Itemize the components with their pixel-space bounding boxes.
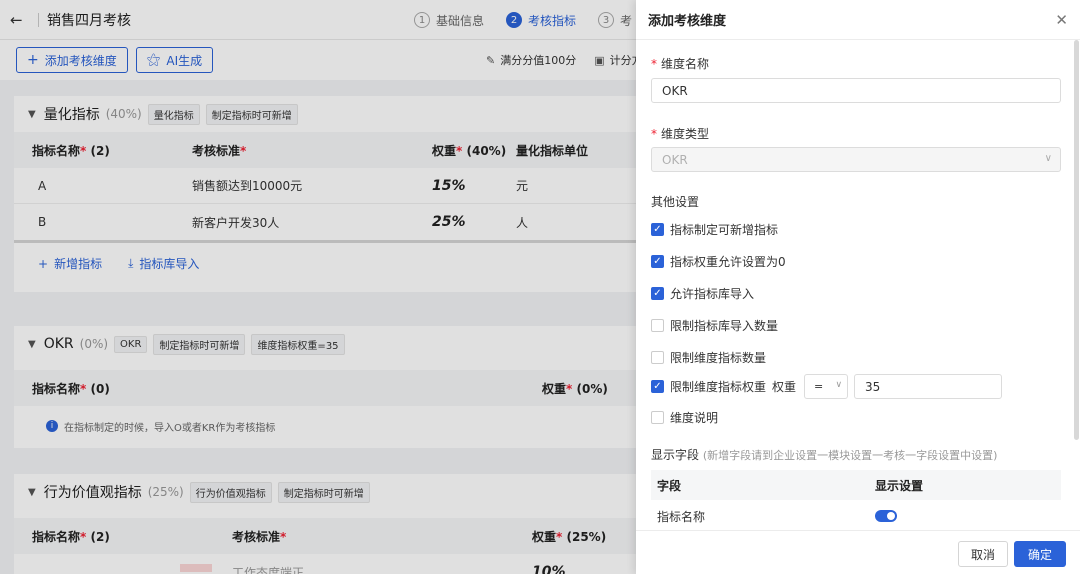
fields-table-header: 字段 显示设置 bbox=[651, 470, 1061, 500]
add-dimension-drawer: 添加考核维度 ✕ * 维度名称 OKR * 维度类型 OKR ∨ 其他设置 ✓ 指标制… bbox=[636, 0, 1080, 574]
chevron-down-icon: ∨ bbox=[835, 380, 843, 390]
weight-operator-select[interactable]: = ∨ bbox=[804, 374, 849, 399]
weight-value-input[interactable]: 35 bbox=[854, 374, 1003, 399]
checkbox-checked-icon[interactable]: ✓ bbox=[651, 255, 664, 268]
checkbox-checked-icon[interactable]: ✓ bbox=[651, 380, 664, 393]
drawer-header: 添加考核维度 bbox=[636, 0, 1080, 40]
checkbox-unchecked-icon[interactable] bbox=[651, 351, 664, 364]
field-name: 指标名称 bbox=[657, 509, 706, 524]
confirm-button[interactable]: 确定 bbox=[1014, 541, 1066, 567]
display-fields-note: (新增字段请到企业设置一模块设置一考核一字段设置中设置) bbox=[702, 449, 998, 462]
chevron-down-icon: ∨ bbox=[1044, 153, 1052, 164]
checkbox-checked-icon[interactable]: ✓ bbox=[651, 287, 664, 300]
option-limit-weight[interactable]: ✓ 限制维度指标权重 权重 = ∨ 35 bbox=[651, 374, 1003, 399]
option-limit-indicator-count[interactable]: 限制维度指标数量 bbox=[651, 349, 766, 366]
close-icon[interactable]: ✕ bbox=[1055, 11, 1068, 29]
weight-label: 权重 bbox=[772, 380, 797, 394]
dimension-type-label: * 维度类型 bbox=[651, 127, 710, 141]
option-allow-library-import[interactable]: ✓ 允许指标库导入 bbox=[651, 285, 754, 302]
checkbox-unchecked-icon[interactable] bbox=[651, 319, 664, 332]
dimension-name-input[interactable]: OKR bbox=[651, 78, 1061, 103]
option-allow-add-indicator[interactable]: ✓ 指标制定可新增指标 bbox=[651, 221, 778, 238]
modal-backdrop[interactable] bbox=[0, 0, 636, 574]
dimension-name-label: * 维度名称 bbox=[651, 57, 710, 71]
checkbox-checked-icon[interactable]: ✓ bbox=[651, 223, 664, 236]
checkbox-unchecked-icon[interactable] bbox=[651, 411, 664, 424]
drawer-scrollbar[interactable] bbox=[1074, 40, 1079, 440]
other-settings-label: 其他设置 bbox=[651, 195, 700, 209]
option-allow-zero-weight[interactable]: ✓ 指标权重允许设置为0 bbox=[651, 253, 786, 270]
cancel-button[interactable]: 取消 bbox=[958, 541, 1008, 567]
display-fields-label: 显示字段 (新增字段请到企业设置一模块设置一考核一字段设置中设置) bbox=[651, 448, 998, 462]
fields-table-row: 指标名称 bbox=[651, 502, 1061, 530]
dimension-type-select[interactable]: OKR ∨ bbox=[651, 147, 1061, 172]
drawer-footer: 取消 确定 bbox=[636, 530, 1080, 574]
option-dimension-description[interactable]: 维度说明 bbox=[651, 409, 718, 426]
option-limit-import-count[interactable]: 限制指标库导入数量 bbox=[651, 317, 778, 334]
display-toggle[interactable] bbox=[875, 510, 897, 522]
col-display: 显示设置 bbox=[875, 478, 924, 493]
col-field: 字段 bbox=[657, 478, 682, 493]
drawer-title: 添加考核维度 bbox=[648, 14, 727, 29]
